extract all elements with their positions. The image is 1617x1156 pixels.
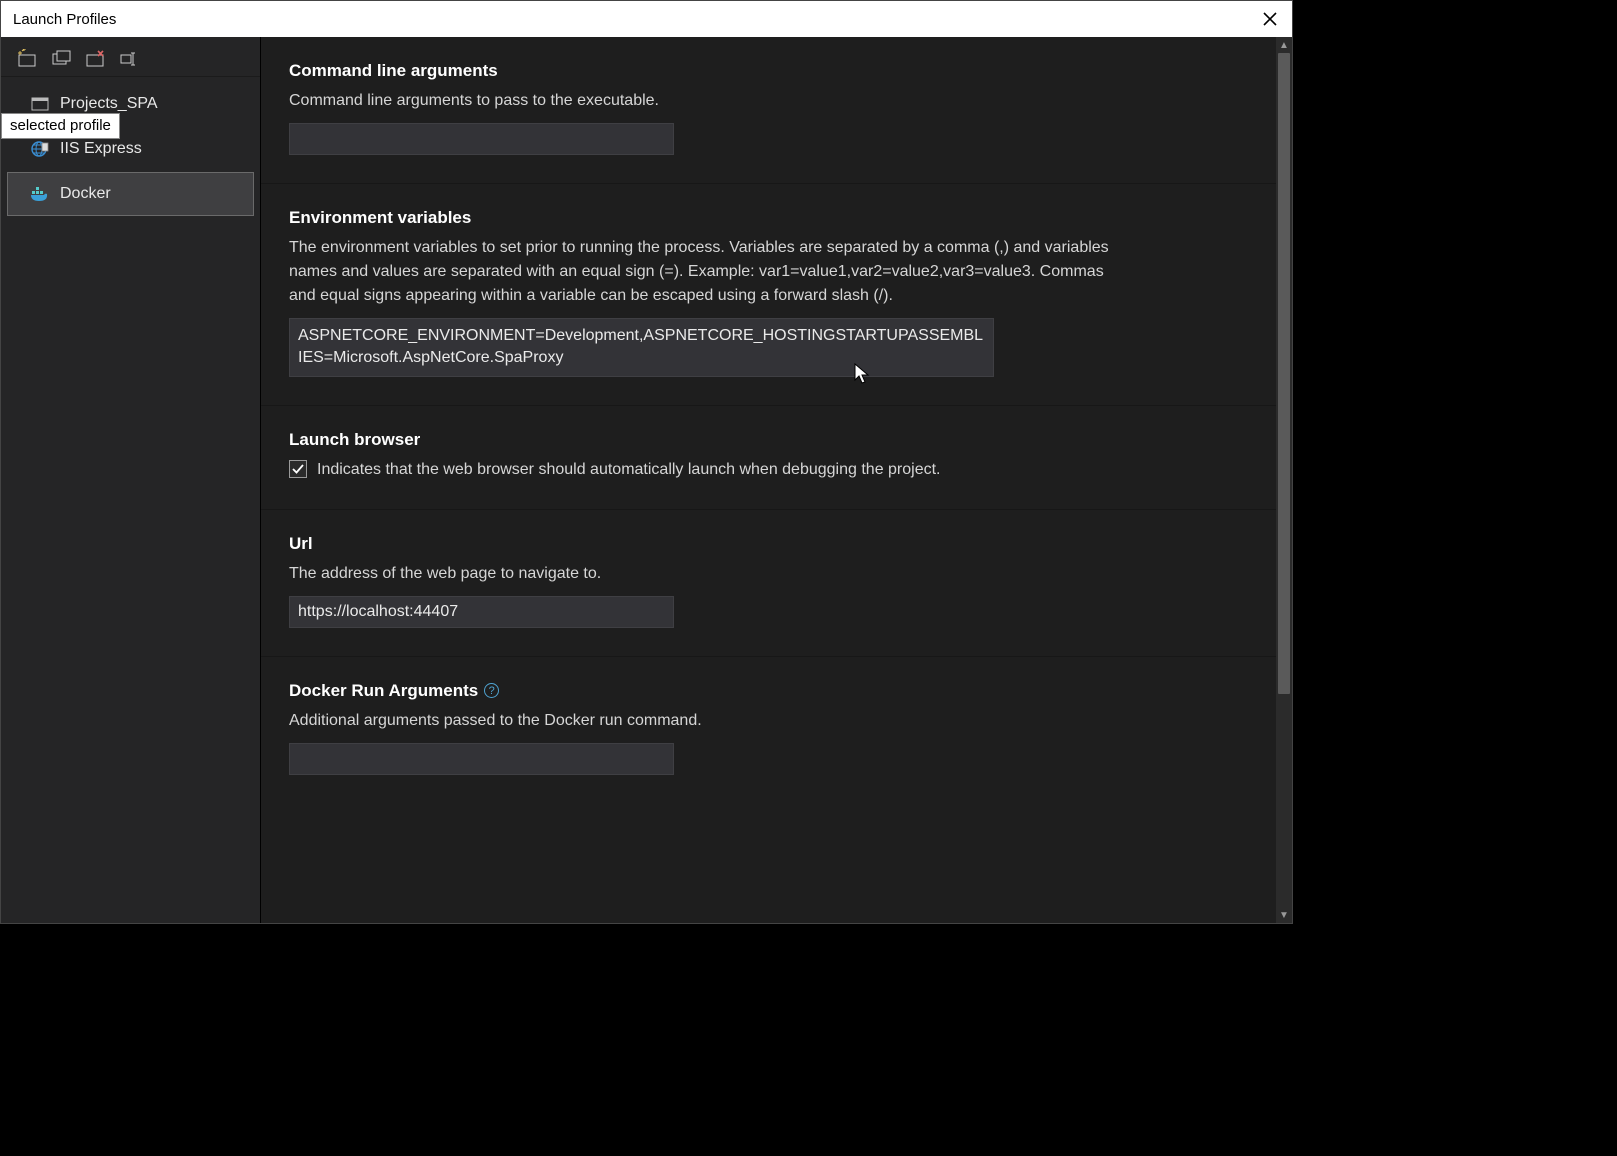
profile-label: IIS Express [60,140,142,158]
profile-label: Docker [60,185,111,203]
sidebar-toolbar [1,37,260,77]
tooltip-selected-profile: selected profile [1,113,120,139]
settings-content: Command line arguments Command line argu… [261,37,1276,923]
section-launch-browser: Launch browser Indicates that the web br… [261,406,1276,510]
section-title-text: Docker Run Arguments [289,681,478,701]
rename-icon [120,49,142,67]
delete-icon [86,49,108,67]
scroll-thumb[interactable] [1278,53,1290,694]
section-title: Url [289,534,1248,554]
delete-profile-button[interactable] [85,48,109,68]
checkbox-label: Indicates that the web browser should au… [317,458,941,481]
section-title: Docker Run Arguments ? [289,681,1248,701]
profile-item-docker[interactable]: Docker [7,172,254,216]
section-title: Launch browser [289,430,1248,450]
url-input[interactable]: https://localhost:44407 [289,596,674,628]
titlebar: Launch Profiles [1,1,1292,37]
section-description: The address of the web page to navigate … [289,562,1109,586]
scroll-up-button[interactable]: ▲ [1276,37,1292,53]
new-profile-icon [18,49,40,67]
launch-browser-checkbox-row: Indicates that the web browser should au… [289,458,1248,481]
section-description: The environment variables to set prior t… [289,236,1109,308]
help-icon[interactable]: ? [484,683,499,698]
command-line-arguments-input[interactable] [289,123,674,155]
launch-profiles-dialog: Launch Profiles [0,0,1293,924]
duplicate-icon [52,49,74,67]
launch-browser-checkbox[interactable] [289,460,307,478]
checkmark-icon [292,463,304,475]
project-icon [30,94,50,114]
globe-icon [30,139,50,159]
section-docker-run-arguments: Docker Run Arguments ? Additional argume… [261,657,1276,803]
profile-list: Projects_SPA IIS Express Docker [1,77,260,217]
section-url: Url The address of the web page to navig… [261,510,1276,657]
new-profile-button[interactable] [17,48,41,68]
section-description: Command line arguments to pass to the ex… [289,89,1109,113]
section-environment-variables: Environment variables The environment va… [261,184,1276,406]
content-wrap: Command line arguments Command line argu… [261,37,1292,923]
scroll-down-button[interactable]: ▼ [1276,907,1292,923]
window-title: Launch Profiles [13,11,116,28]
section-command-line-arguments: Command line arguments Command line argu… [261,37,1276,184]
docker-icon [30,184,50,204]
vertical-scrollbar[interactable]: ▲ ▼ [1276,37,1292,923]
scroll-track[interactable] [1276,53,1292,907]
duplicate-profile-button[interactable] [51,48,75,68]
close-button[interactable] [1256,5,1284,33]
section-title: Environment variables [289,208,1248,228]
sidebar: Projects_SPA IIS Express Docker [1,37,261,923]
rename-profile-button[interactable] [119,48,143,68]
dialog-body: Projects_SPA IIS Express Docker [1,37,1292,923]
environment-variables-input[interactable]: ASPNETCORE_ENVIRONMENT=Development,ASPNE… [289,318,994,377]
section-description: Additional arguments passed to the Docke… [289,709,1109,733]
close-icon [1263,12,1277,26]
section-title: Command line arguments [289,61,1248,81]
profile-label: Projects_SPA [60,95,158,113]
docker-run-arguments-input[interactable] [289,743,674,775]
